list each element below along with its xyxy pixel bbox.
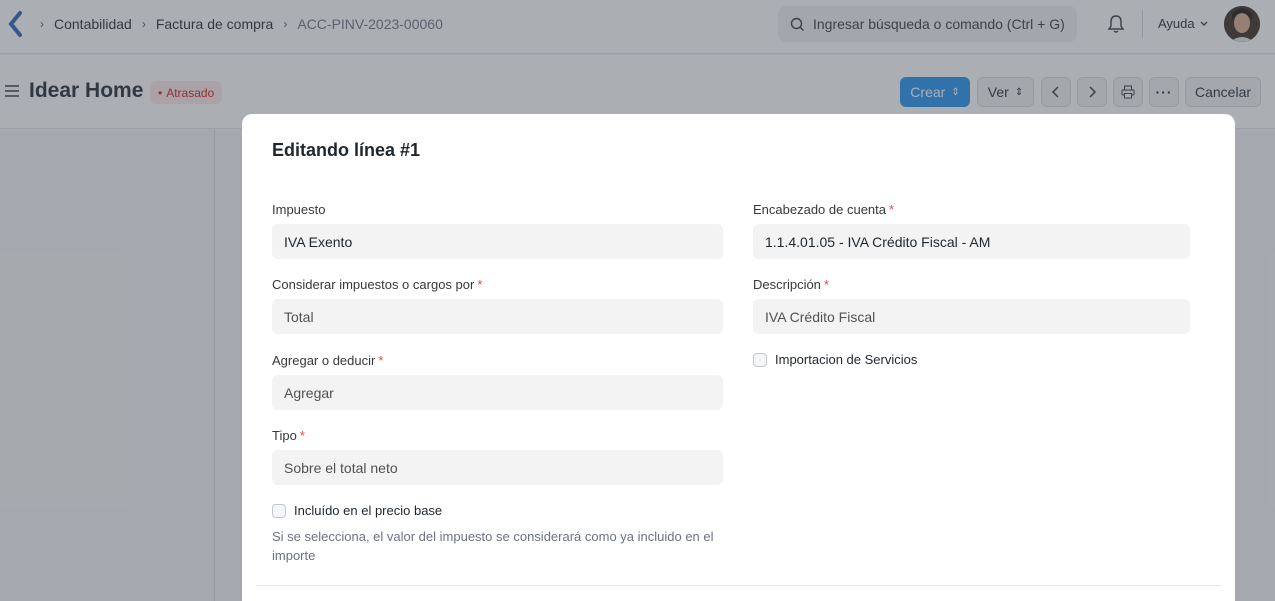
checkbox-box[interactable] [753,352,767,367]
required-mark: * [299,428,305,443]
impuesto-field[interactable]: IVA Exento [272,224,723,259]
incluido-checkbox[interactable]: Incluído en el precio base [272,503,442,518]
encabezado-label: Encabezado de cuenta * [753,202,895,217]
dialog-divider [256,585,1221,586]
required-mark: * [477,277,483,292]
incluido-help-text: Si se selecciona, el valor del impuesto … [272,529,714,563]
edit-row-dialog: Editando línea #1 Impuesto IVA Exento Co… [242,114,1235,601]
considerar-label: Considerar impuestos o cargos por * [272,277,483,292]
considerar-value: Total [284,308,314,325]
considerar-select[interactable]: Total [272,299,723,334]
encabezado-value: 1.1.4.01.05 - IVA Crédito Fiscal - AM [765,233,991,250]
descripcion-field[interactable]: IVA Crédito Fiscal [753,299,1190,334]
tipo-select[interactable]: Sobre el total neto [272,450,723,485]
dialog-title: Editando línea #1 [272,140,421,160]
impuesto-label: Impuesto [272,202,326,217]
impuesto-value: IVA Exento [284,233,353,250]
importacion-label: Importacion de Servicios [775,352,918,367]
tipo-label: Tipo * [272,428,305,443]
descripcion-label: Descripción * [753,277,829,292]
importacion-checkbox[interactable]: Importacion de Servicios [753,352,917,367]
required-mark: * [378,353,384,368]
descripcion-value: IVA Crédito Fiscal [765,308,876,325]
required-mark: * [889,202,895,217]
checkbox-box[interactable] [272,503,286,518]
agregar-label: Agregar o deducir * [272,353,384,368]
tipo-value: Sobre el total neto [284,459,398,476]
encabezado-field[interactable]: 1.1.4.01.05 - IVA Crédito Fiscal - AM [753,224,1190,259]
incluido-label: Incluído en el precio base [294,503,443,518]
required-mark: * [823,277,829,292]
agregar-select[interactable]: Agregar [272,375,723,410]
agregar-value: Agregar [284,384,334,401]
